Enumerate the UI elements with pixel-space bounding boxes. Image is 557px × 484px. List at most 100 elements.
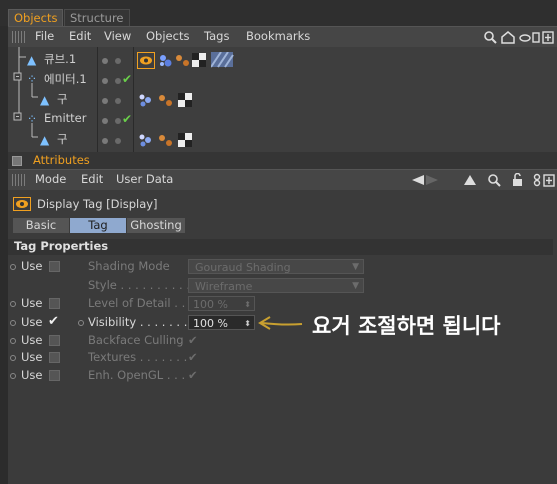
new-panel-icon: [542, 31, 554, 44]
menu-view[interactable]: View: [104, 29, 131, 43]
object-triangle-icon: ▲: [40, 133, 50, 147]
editor-visibility-dot[interactable]: [102, 118, 108, 124]
prop-row-style: Style . . . . . . . . . . Wireframe ▼: [8, 277, 557, 294]
use-checkbox[interactable]: [49, 370, 60, 381]
attributes-title[interactable]: Attributes: [33, 153, 90, 167]
tab-tag[interactable]: Tag: [70, 218, 126, 233]
use-label: Use: [21, 333, 43, 347]
particle-tag-icon[interactable]: [138, 133, 153, 148]
object-row-cube[interactable]: ▲ 큐브.1: [8, 50, 557, 70]
visibility-input[interactable]: 100 % ⬍: [188, 315, 255, 330]
object-name[interactable]: Emitter: [44, 111, 87, 125]
stepper-icon[interactable]: ⬍: [244, 316, 251, 331]
texture-checker-tag-icon[interactable]: [178, 133, 193, 148]
lod-input[interactable]: 100 % ⬍: [188, 296, 255, 311]
use-checkbox[interactable]: [49, 335, 60, 346]
texture-checker-tag-icon[interactable]: [178, 93, 193, 108]
stepper-icon[interactable]: ⬍: [244, 297, 251, 312]
editor-visibility-dot[interactable]: [102, 78, 108, 84]
annotation-text: 요거 조절하면 됩니다: [312, 314, 501, 338]
menu-edit[interactable]: Edit: [69, 29, 91, 43]
dropdown-value: Gouraud Shading: [195, 261, 291, 274]
display-tag-eye-icon: [13, 197, 31, 211]
attributes-toolbar-icons: [412, 173, 555, 187]
render-visibility-dot[interactable]: [115, 138, 121, 144]
use-checkbox[interactable]: [49, 298, 60, 309]
editor-visibility-dot[interactable]: [102, 138, 108, 144]
editor-visibility-dot[interactable]: [102, 98, 108, 104]
use-label: Use: [21, 350, 43, 364]
lock-icon: [513, 173, 522, 186]
animate-dot-icon[interactable]: [10, 320, 16, 326]
render-visibility-dot[interactable]: [115, 78, 121, 84]
particle-tag-icon[interactable]: [138, 93, 153, 108]
menu-file[interactable]: File: [35, 29, 54, 43]
dropdown-value: Wireframe: [195, 280, 253, 293]
style-dropdown[interactable]: Wireframe ▼: [188, 278, 364, 293]
object-row-sphere[interactable]: ▲ 구: [8, 90, 557, 110]
menu-mode[interactable]: Mode: [35, 172, 66, 186]
object-name[interactable]: 큐브.1: [44, 51, 76, 67]
tab-objects[interactable]: Objects: [8, 9, 64, 26]
editor-visibility-dot[interactable]: [102, 58, 108, 64]
use-checkbox[interactable]: [49, 352, 60, 363]
spheres-tag-icon[interactable]: [158, 133, 173, 148]
tab-ghosting[interactable]: Ghosting: [127, 218, 185, 233]
tag-title: Display Tag [Display]: [37, 197, 158, 211]
tab-structure[interactable]: Structure: [64, 9, 130, 27]
use-label: Use: [21, 315, 43, 329]
spheres-tag-icon[interactable]: [158, 93, 173, 108]
enabled-check-icon[interactable]: ✔: [122, 112, 132, 126]
menu-edit[interactable]: Edit: [81, 172, 103, 186]
enabled-check-icon[interactable]: ✔: [122, 72, 132, 86]
hatched-material-tag-icon[interactable]: [211, 52, 235, 68]
annotation-arrow-icon: [258, 316, 303, 330]
object-row-emitter-1[interactable]: ⁘ 에미터.1 ✔: [8, 70, 557, 90]
object-name[interactable]: 에미터.1: [44, 71, 87, 87]
backface-check-icon[interactable]: ✔: [188, 332, 198, 349]
object-name[interactable]: 구: [57, 131, 68, 147]
render-visibility-dot[interactable]: [115, 58, 121, 64]
up-arrow-icon: [464, 175, 476, 185]
menu-user-data[interactable]: User Data: [116, 172, 173, 186]
tab-basic[interactable]: Basic: [13, 218, 69, 233]
prop-row-enh-opengl: Use Enh. OpenGL . . . ✔: [8, 367, 557, 384]
column-separator: [133, 47, 134, 152]
textures-check-icon[interactable]: ✔: [188, 349, 198, 366]
attributes-menubar: Mode Edit User Data: [8, 169, 557, 190]
object-row-emitter[interactable]: ⁘ Emitter ✔: [8, 110, 557, 130]
texture-checker-tag-icon[interactable]: [192, 53, 207, 68]
render-visibility-dot[interactable]: [115, 98, 121, 104]
object-name[interactable]: 구: [57, 91, 68, 107]
animate-dot-icon[interactable]: [10, 301, 16, 307]
use-label: Use: [21, 296, 43, 310]
grip-icon[interactable]: [12, 174, 25, 186]
grip-icon[interactable]: [12, 31, 25, 43]
spheres-tag-icon[interactable]: [175, 53, 190, 68]
menu-objects[interactable]: Objects: [146, 29, 189, 43]
menu-bookmarks[interactable]: Bookmarks: [246, 29, 310, 43]
display-tag-eye-icon[interactable]: [137, 52, 155, 69]
prop-label: Enh. OpenGL . . .: [88, 368, 186, 382]
prop-label: Shading Mode: [88, 259, 170, 273]
prop-label: Textures . . . . . . .: [88, 350, 188, 364]
animate-dot-icon[interactable]: [10, 264, 16, 270]
object-row-sphere-2[interactable]: ▲ 구: [8, 130, 557, 150]
render-visibility-dot[interactable]: [115, 118, 121, 124]
enh-opengl-check-icon[interactable]: ✔: [188, 367, 198, 384]
prop-label: Level of Detail . .: [88, 296, 186, 310]
animate-dot-icon[interactable]: [10, 355, 16, 361]
animate-dot-icon[interactable]: [10, 338, 16, 344]
tab-bar: Objects Structure: [0, 0, 557, 27]
shading-mode-dropdown[interactable]: Gouraud Shading ▼: [188, 259, 364, 274]
new-panel-icon: [543, 174, 555, 187]
menu-tags[interactable]: Tags: [204, 29, 229, 43]
object-toolbar-icons: [484, 31, 554, 44]
animate-dot-icon[interactable]: [78, 320, 84, 326]
use-checkbox[interactable]: [49, 261, 60, 272]
use-checkbox-checked-icon[interactable]: ✔: [48, 313, 59, 330]
panel-toggle-icon[interactable]: [12, 156, 22, 166]
animate-dot-icon[interactable]: [10, 373, 16, 379]
particle-tag-icon[interactable]: [158, 53, 173, 68]
object-manager: ▲ 큐브.1 ⁘ 에미터.1 ✔ ▲ 구 ⁘ Emitter ✔ ▲ 구: [8, 47, 557, 152]
